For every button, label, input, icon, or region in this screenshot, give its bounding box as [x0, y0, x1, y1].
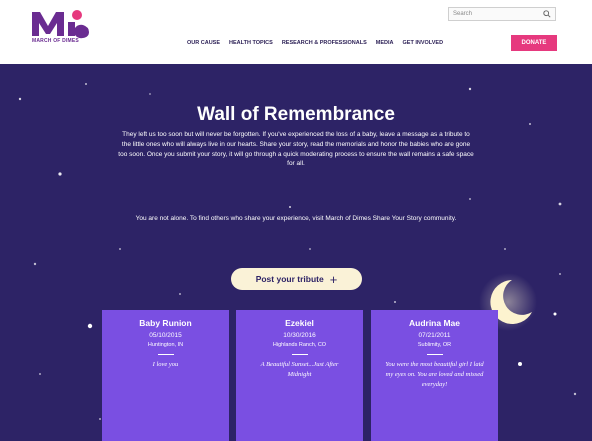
donate-button[interactable]: DONATE [511, 35, 557, 51]
march-of-dimes-logo[interactable] [30, 6, 110, 56]
tribute-card[interactable]: Baby Runion 05/10/2015 Huntington, IN I … [102, 310, 229, 441]
nav-media[interactable]: MEDIA [376, 40, 394, 46]
nav-our-cause[interactable]: OUR CAUSE [187, 40, 220, 46]
card-name: Audrina Mae [408, 318, 460, 328]
post-tribute-label: Post your tribute [255, 274, 324, 284]
card-date: 05/10/2015 [149, 332, 182, 339]
card-location: Highlands Ranch, CO [272, 342, 327, 348]
card-date: 10/30/2016 [283, 332, 316, 339]
card-name: Baby Runion [139, 318, 192, 328]
card-name: Ezekiel [285, 318, 314, 328]
plus-icon: + [329, 271, 338, 287]
nav-get-involved[interactable]: GET INVOLVED [403, 40, 444, 46]
tribute-card[interactable]: Ezekiel 10/30/2016 Highlands Ranch, CO A… [236, 310, 363, 441]
intro-text: They left us too soon but will never be … [118, 131, 474, 168]
search-field[interactable]: Search [448, 7, 556, 21]
search-placeholder: Search [453, 11, 473, 17]
card-divider [157, 354, 174, 355]
card-location: Sublimity, OR [417, 342, 452, 348]
post-tribute-button[interactable]: Post your tribute + [231, 268, 362, 290]
site-header: MARCH OF DIMES Search OUR CAUSE HEALTH T… [0, 0, 592, 64]
community-text: You are not alone. To find others who sh… [135, 215, 457, 222]
card-message: I love you [152, 361, 179, 368]
card-date: 07/21/2011 [418, 332, 451, 339]
nav-health-topics[interactable]: HEALTH TOPICS [229, 40, 273, 46]
card-divider [426, 354, 443, 355]
card-message: A Beautiful Sunset...Just After Midnight [260, 361, 339, 378]
page-title: Wall of Remembrance [197, 104, 395, 125]
tribute-card[interactable]: Audrina Mae 07/21/2011 Sublimity, OR You… [371, 310, 498, 441]
card-message: You were the most beautiful girl I laid … [385, 361, 484, 388]
wall-of-remembrance-section: Wall of Remembrance They left us too soo… [0, 64, 592, 441]
card-divider [291, 354, 308, 355]
logo-text: MARCH OF DIMES [32, 38, 79, 44]
main-nav: OUR CAUSE HEALTH TOPICS RESEARCH & PROFE… [187, 40, 443, 46]
card-location: Huntington, IN [147, 342, 184, 348]
search-icon[interactable] [543, 10, 551, 18]
nav-research-professionals[interactable]: RESEARCH & PROFESSIONALS [282, 40, 367, 46]
